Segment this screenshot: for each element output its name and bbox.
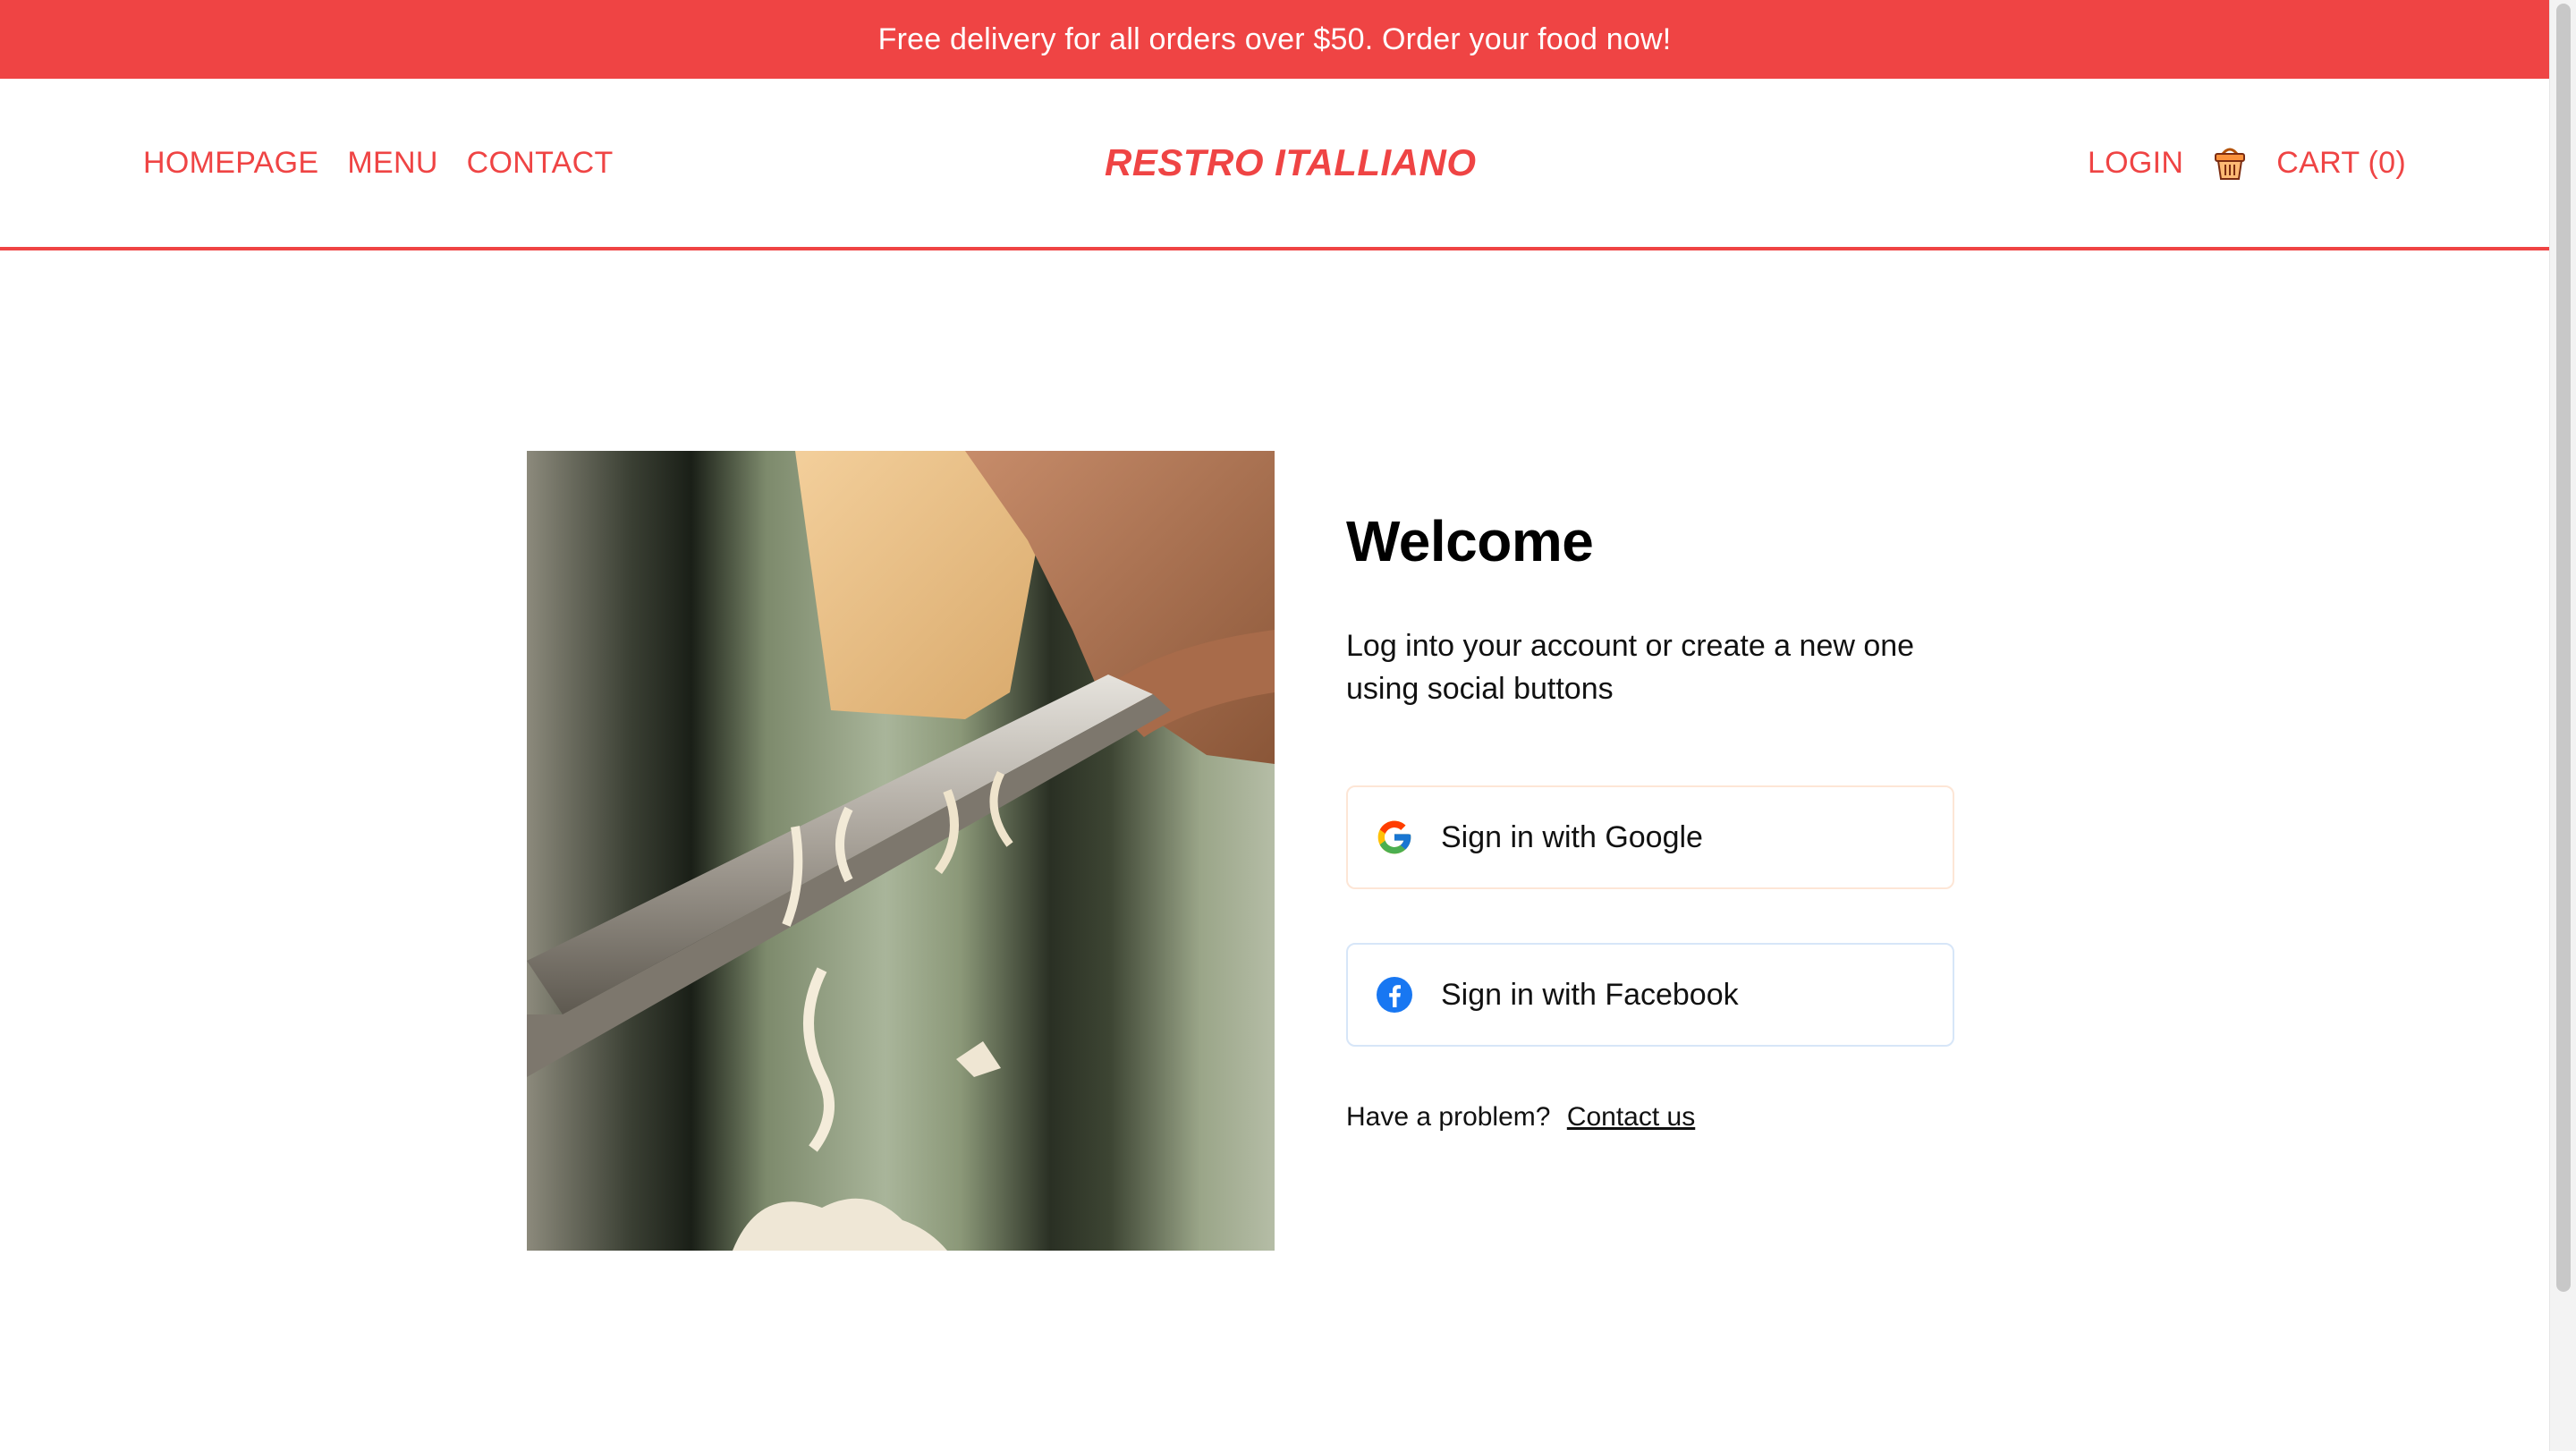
vertical-scrollbar[interactable] xyxy=(2549,0,2576,1451)
google-signin-button[interactable]: Sign in with Google xyxy=(1346,785,1954,889)
google-icon xyxy=(1375,818,1414,857)
promo-text: Free delivery for all orders over $50. O… xyxy=(877,21,1672,56)
promo-banner: Free delivery for all orders over $50. O… xyxy=(0,0,2549,79)
site-header: HOMEPAGE MENU CONTACT RESTRO ITALLIANO L… xyxy=(0,79,2549,250)
nav-homepage-link[interactable]: HOMEPAGE xyxy=(143,146,318,181)
facebook-signin-button[interactable]: Sign in with Facebook xyxy=(1346,943,1954,1047)
login-panel: Welcome Log into your account or create … xyxy=(1346,509,1954,1132)
page: Free delivery for all orders over $50. O… xyxy=(0,0,2576,1451)
login-link[interactable]: LOGIN xyxy=(2088,146,2183,181)
account-nav: LOGIN CART (0) xyxy=(2088,79,2406,247)
basket-icon[interactable] xyxy=(2212,143,2248,182)
help-text: Have a problem? xyxy=(1346,1102,1551,1132)
facebook-signin-label: Sign in with Facebook xyxy=(1441,977,1739,1012)
main-nav: HOMEPAGE MENU CONTACT xyxy=(143,79,614,247)
brand-logo[interactable]: RESTRO ITALLIANO xyxy=(1105,79,1477,247)
help-line: Have a problem? Contact us xyxy=(1346,1102,1695,1133)
login-subtitle: Log into your account or create a new on… xyxy=(1346,629,1915,707)
cart-link[interactable]: CART (0) xyxy=(2276,146,2406,181)
facebook-icon xyxy=(1375,975,1414,1014)
contact-us-link[interactable]: Contact us xyxy=(1567,1102,1695,1132)
scrollbar-thumb[interactable] xyxy=(2556,4,2571,1292)
nav-menu-link[interactable]: MENU xyxy=(347,146,437,181)
nav-contact-link[interactable]: CONTACT xyxy=(467,146,614,181)
welcome-heading: Welcome xyxy=(1346,509,1594,573)
cheese-grating-photo xyxy=(527,451,1275,1251)
google-signin-label: Sign in with Google xyxy=(1441,819,1703,854)
